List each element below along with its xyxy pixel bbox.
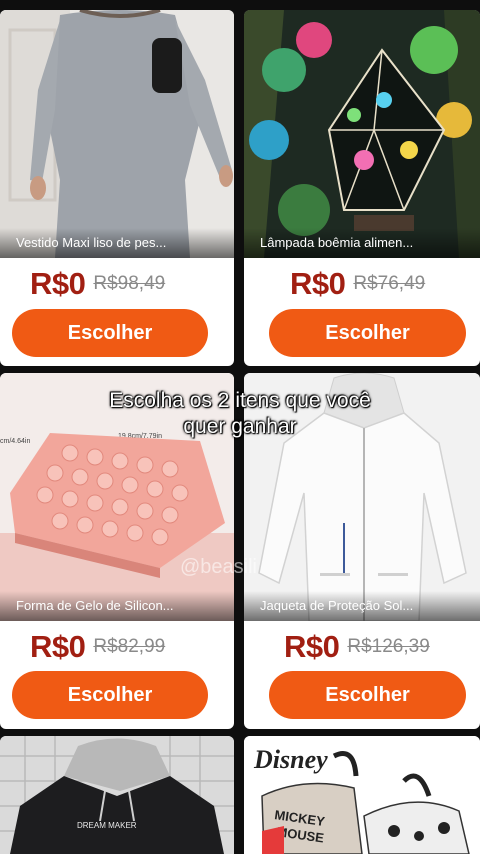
product-image-dress[interactable]: Vestido Maxi liso de pes... [0,10,234,258]
current-price: R$0 [30,629,86,664]
product-title: Lâmpada boêmia alimen... [244,228,480,258]
overlay-line-2: quer ganhar [183,415,297,438]
watermark-text: @beasili [180,556,258,578]
price-row: R$0 R$126,39 [244,623,480,671]
price-row: R$0 R$76,49 [244,260,480,308]
product-image-hoodie[interactable]: DREAM MAKER [0,736,234,854]
original-price: R$82,99 [93,636,166,657]
current-price: R$0 [290,266,346,301]
product-title: Jaqueta de Proteção Sol... [244,591,480,621]
product-card[interactable]: DREAM MAKER [0,736,234,854]
price-row: R$0 R$98,49 [0,260,234,308]
disney-logo: Disney [253,745,328,774]
current-price: R$0 [30,266,86,301]
price-row: R$0 R$82,99 [0,623,234,671]
product-image-backpack[interactable]: Disney MICKEY MOUSE [244,736,480,854]
hoodie-print-text: DREAM MAKER [77,821,137,830]
product-title: Vestido Maxi liso de pes... [0,228,234,258]
product-card[interactable]: Lâmpada boêmia alimen... R$0 R$76,49 Esc… [244,10,480,366]
choose-button[interactable]: Escolher [269,671,466,719]
current-price: R$0 [284,629,340,664]
choose-button[interactable]: Escolher [269,309,466,357]
product-title: Forma de Gelo de Silicon... [0,591,234,621]
choose-button[interactable]: Escolher [12,309,208,357]
instruction-overlay: Escolha os 2 itens que você quer ganhar [0,388,480,440]
original-price: R$126,39 [347,636,430,657]
product-card[interactable]: Disney MICKEY MOUSE [244,736,480,854]
choose-button[interactable]: Escolher [12,671,208,719]
original-price: R$76,49 [353,273,426,294]
product-card[interactable]: Vestido Maxi liso de pes... R$0 R$98,49 … [0,10,234,366]
product-image-lamp[interactable]: Lâmpada boêmia alimen... [244,10,480,258]
overlay-line-1: Escolha os 2 itens que você [109,389,371,412]
original-price: R$98,49 [93,273,166,294]
